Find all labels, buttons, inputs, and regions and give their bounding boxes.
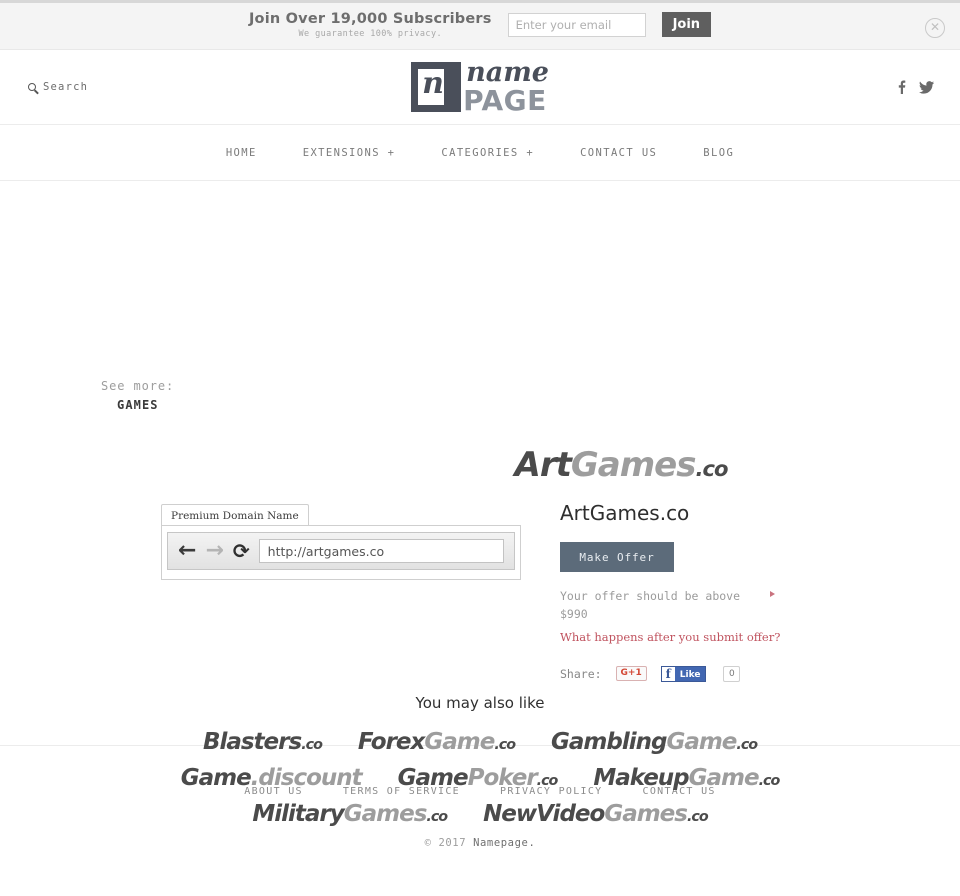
domain-tld: .co	[736, 737, 758, 753]
list-item[interactable]: Blasters.co	[202, 729, 323, 755]
domain-light: .discount	[250, 765, 363, 791]
breadcrumb-category[interactable]: GAMES	[117, 398, 174, 412]
facebook-like-button[interactable]: f Like	[660, 665, 707, 682]
domain-light: Game	[688, 765, 760, 791]
hero-domain-logo: ArtGames.co	[0, 445, 960, 485]
logo-wordmark: name PAGE	[463, 59, 549, 115]
domain-dark: Forex	[357, 729, 426, 755]
facebook-like-count: 0	[723, 665, 741, 682]
hero-domain-light: Games	[570, 445, 697, 485]
domain-tld: .co	[426, 809, 448, 825]
logo-page-text: PAGE	[463, 84, 547, 117]
subscribe-headline: Join Over 19,000 Subscribers	[248, 10, 492, 27]
search-label: Search	[43, 81, 89, 93]
copyright-brand: Namepage.	[473, 837, 536, 849]
main-content: See more: GAMES ArtGames.co Premium Doma…	[0, 181, 960, 827]
offer-note-row: Your offer should be above $990	[560, 588, 775, 624]
offer-panel: ArtGames.co Make Offer Your offer should…	[560, 501, 860, 682]
domain-tld: .co	[758, 773, 781, 789]
domain-dark: Game	[397, 765, 469, 791]
domain-light: Games	[604, 801, 688, 827]
list-item[interactable]: GamblingGame.co	[551, 729, 758, 755]
logo-name-text: name	[466, 57, 549, 88]
reload-icon[interactable]: ⟳	[233, 541, 250, 561]
google-plus-one-button[interactable]: G+1	[615, 666, 647, 682]
page-title: ArtGames.co	[560, 501, 690, 525]
nav-item-blog[interactable]: BLOG	[703, 147, 734, 159]
list-item[interactable]: ForexGame.co	[357, 729, 516, 755]
make-offer-button[interactable]: Make Offer	[560, 542, 674, 572]
domain-light: Games	[343, 801, 428, 827]
domain-dark: Military	[252, 801, 344, 827]
domain-light: Game	[666, 729, 737, 755]
domain-dark: NewVideo	[483, 801, 605, 827]
list-item[interactable]: MakeupGame.co	[593, 765, 781, 791]
domain-dark: Gambling	[551, 729, 667, 755]
browser-toolbar: ← → ⟳ http://artgames.co	[167, 532, 515, 570]
url-bar[interactable]: http://artgames.co	[258, 539, 504, 563]
copyright: © 2017 Namepage.	[0, 837, 960, 849]
browser-window: ← → ⟳ http://artgames.co	[161, 525, 521, 580]
domain-tld: .co	[686, 809, 709, 825]
domain-dark: Makeup	[593, 765, 689, 791]
subscribe-banner: Join Over 19,000 Subscribers We guarante…	[0, 0, 960, 50]
site-logo[interactable]: name PAGE	[411, 59, 549, 115]
offer-minimum-note: Your offer should be above $990	[560, 589, 741, 621]
domain-tld: .co	[301, 737, 323, 753]
list-item[interactable]: Game.discount	[180, 765, 363, 791]
list-item[interactable]: MilitaryGames.co	[252, 801, 448, 827]
browser-preview: Premium Domain Name ← → ⟳ http://artgame…	[161, 504, 521, 580]
hero-domain-dark: Art	[514, 445, 572, 485]
subscribe-banner-inner: Join Over 19,000 Subscribers We guarante…	[249, 11, 712, 40]
facebook-icon: f	[660, 665, 675, 682]
offer-help-link[interactable]: What happens after you submit offer?	[560, 630, 860, 644]
list-item[interactable]: GamePoker.co	[397, 765, 559, 791]
subscribe-subline: We guarantee 100% privacy.	[298, 29, 442, 40]
join-button[interactable]: Join	[661, 12, 712, 38]
twitter-icon[interactable]	[919, 80, 934, 94]
copyright-prefix: © 2017	[424, 837, 474, 849]
hero-domain-tld: .co	[695, 456, 728, 481]
list-item[interactable]: NewVideoGames.co	[483, 801, 709, 827]
domain-light: Game	[424, 729, 495, 755]
search-icon	[28, 83, 36, 91]
email-field[interactable]	[507, 12, 646, 37]
nav-item-extensions[interactable]: EXTENSIONS +	[303, 147, 396, 159]
browser-tab[interactable]: Premium Domain Name	[161, 504, 309, 526]
also-like-grid: Blasters.co ForexGame.co GamblingGame.co…	[0, 729, 960, 827]
also-like-heading: You may also like	[415, 694, 545, 712]
arrow-left-icon[interactable]: ←	[178, 540, 196, 562]
triangle-right-icon	[770, 591, 775, 597]
subscribe-copy: Join Over 19,000 Subscribers We guarante…	[249, 11, 492, 40]
search-button[interactable]: Search	[28, 81, 88, 93]
domain-light: Poker	[467, 765, 538, 791]
hero-domain-wordmark: ArtGames.co	[514, 445, 729, 485]
nav-item-contact-us[interactable]: CONTACT US	[580, 147, 657, 159]
facebook-icon[interactable]	[897, 80, 906, 94]
share-row: Share: G+1 f Like 0	[560, 665, 860, 682]
breadcrumb: See more: GAMES	[101, 379, 174, 412]
domain-dark: Blasters	[202, 729, 302, 755]
share-label: Share:	[560, 666, 602, 681]
see-more-label: See more:	[101, 379, 175, 393]
close-icon[interactable]: ✕	[925, 18, 945, 38]
domain-tld: .co	[536, 773, 559, 789]
arrow-right-icon[interactable]: →	[205, 540, 223, 562]
site-header: Search name PAGE	[0, 50, 960, 125]
social-links	[897, 80, 934, 94]
logo-mark-icon	[411, 62, 462, 112]
main-nav: HOME EXTENSIONS + CATEGORIES + CONTACT U…	[0, 125, 960, 181]
domain-tld: .co	[494, 737, 516, 753]
domain-dark: Game	[180, 765, 252, 791]
nav-item-home[interactable]: HOME	[226, 147, 257, 159]
facebook-like-label: Like	[674, 665, 707, 682]
nav-item-categories[interactable]: CATEGORIES +	[441, 147, 534, 159]
